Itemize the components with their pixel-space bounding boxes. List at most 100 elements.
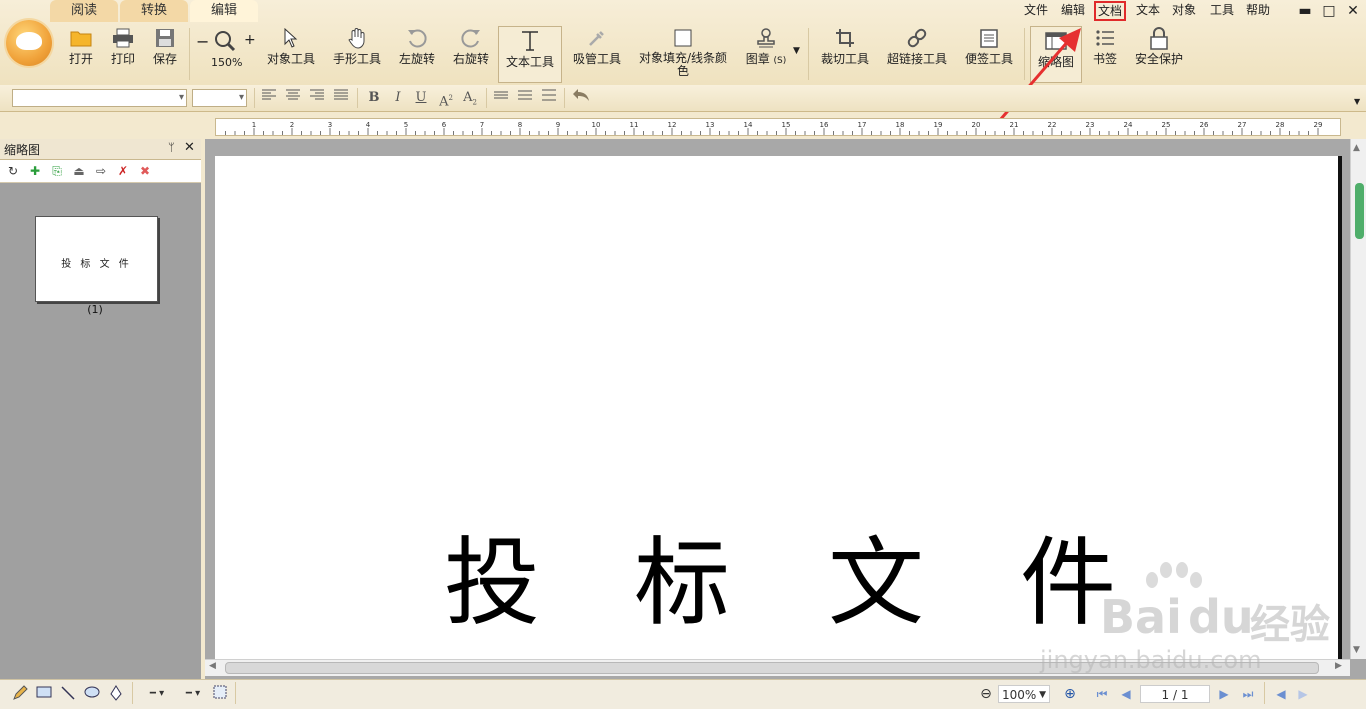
line-icon[interactable] bbox=[58, 685, 78, 703]
page-thumbnail[interactable]: 投 标 文 件 bbox=[35, 216, 158, 302]
document-title-text[interactable]: 投 标 文 件 bbox=[444, 528, 1164, 638]
text-tool-button[interactable]: 文本工具 bbox=[498, 26, 562, 83]
thumbnail-panel-header: 缩略图 ᛘ ✕ bbox=[0, 139, 201, 160]
maximize-button[interactable]: □ bbox=[1318, 2, 1340, 20]
page-number-field[interactable]: 1 / 1 bbox=[1140, 685, 1210, 703]
hand-tool-button[interactable]: 手形工具 bbox=[330, 24, 384, 84]
print-button[interactable]: 打印 bbox=[106, 24, 140, 84]
zoom-button[interactable] bbox=[214, 30, 236, 55]
scroll-left-icon[interactable]: ◀ bbox=[209, 661, 216, 671]
ruler-label: 20 bbox=[972, 121, 981, 129]
toolbar-overflow-icon[interactable]: ▼ bbox=[1354, 97, 1360, 106]
save-button[interactable]: 保存 bbox=[148, 24, 182, 84]
replace-page-icon[interactable]: ✗ bbox=[114, 162, 132, 180]
align-center-icon[interactable] bbox=[283, 88, 303, 108]
line-spacing-3-icon[interactable] bbox=[539, 88, 559, 108]
object-tool-button[interactable]: 对象工具 bbox=[264, 24, 318, 84]
bold-icon[interactable]: B bbox=[364, 88, 384, 108]
rotate-right-button[interactable]: 右旋转 bbox=[450, 24, 492, 84]
extract-page-icon[interactable]: ⏏ bbox=[70, 162, 88, 180]
zoom-in-button[interactable]: + bbox=[244, 32, 256, 48]
align-left-icon[interactable] bbox=[259, 88, 279, 108]
stamp-button[interactable]: 图章 (S) bbox=[742, 24, 790, 84]
bookmark-button[interactable]: 书签 bbox=[1088, 24, 1122, 84]
hand-icon bbox=[348, 28, 365, 49]
separator bbox=[254, 88, 255, 108]
italic-icon[interactable]: I bbox=[388, 88, 408, 108]
justify-icon[interactable] bbox=[331, 88, 351, 108]
printer-icon bbox=[113, 28, 133, 48]
zoom-out-icon[interactable]: ⊖ bbox=[978, 685, 994, 703]
select-area-icon[interactable] bbox=[210, 685, 230, 703]
vertical-scroll-thumb[interactable] bbox=[1355, 183, 1364, 239]
menu-document[interactable]: 文档 bbox=[1094, 1, 1127, 21]
close-icon[interactable]: ✕ bbox=[184, 140, 195, 155]
rectangle-icon[interactable] bbox=[34, 685, 54, 703]
menu-object[interactable]: 对象 bbox=[1172, 0, 1196, 20]
scroll-right-icon[interactable]: ▶ bbox=[1335, 661, 1342, 671]
thumbnail-page-label: (1) bbox=[87, 303, 103, 316]
line-spacing-2-icon[interactable] bbox=[515, 88, 535, 108]
scroll-up-icon[interactable]: ▲ bbox=[1353, 143, 1360, 153]
eyedropper-button[interactable]: 吸管工具 bbox=[570, 24, 624, 84]
rotate-page-icon[interactable]: ↻ bbox=[4, 162, 22, 180]
font-size-select[interactable] bbox=[192, 89, 247, 107]
subscript-icon[interactable]: A2 bbox=[460, 88, 480, 108]
next-page-icon[interactable]: ▶ bbox=[1216, 685, 1232, 703]
font-family-select[interactable] bbox=[12, 89, 187, 107]
underline-icon[interactable]: U bbox=[411, 88, 431, 108]
stamp-dropdown-icon[interactable]: ▼ bbox=[793, 46, 800, 56]
menu-edit[interactable]: 编辑 bbox=[1061, 0, 1085, 20]
tab-read[interactable]: 阅读 bbox=[50, 0, 118, 22]
prev-page-icon[interactable]: ◀ bbox=[1118, 685, 1134, 703]
insert-page-icon[interactable]: ⎘ bbox=[48, 162, 66, 180]
thumbnail-panel-toolbar: ↻ ✚ ⎘ ⏏ ⇨ ✗ ✖ bbox=[0, 160, 201, 183]
pin-icon[interactable]: ᛘ bbox=[168, 141, 175, 154]
ruler-label: 25 bbox=[1162, 121, 1171, 129]
scroll-down-icon[interactable]: ▼ bbox=[1353, 645, 1360, 655]
back-view-icon[interactable]: ◀ bbox=[1272, 685, 1290, 703]
separator bbox=[486, 88, 487, 108]
export-page-icon[interactable]: ⇨ bbox=[92, 162, 110, 180]
undo-icon[interactable] bbox=[571, 88, 591, 108]
tab-convert[interactable]: 转换 bbox=[120, 0, 188, 22]
pencil-icon[interactable] bbox=[10, 685, 30, 703]
last-page-icon[interactable]: ⏭ bbox=[1240, 685, 1256, 703]
menu-text[interactable]: 文本 bbox=[1136, 0, 1160, 20]
line-style-select[interactable]: ━ ▾ bbox=[140, 685, 174, 703]
hyperlink-tool-button[interactable]: 超链接工具 bbox=[884, 24, 950, 84]
close-window-button[interactable]: ✕ bbox=[1342, 2, 1364, 20]
app-logo[interactable] bbox=[6, 20, 52, 66]
text-cursor-icon bbox=[522, 31, 538, 51]
menu-file[interactable]: 文件 bbox=[1024, 0, 1048, 20]
crop-tool-button[interactable]: 裁切工具 bbox=[818, 24, 872, 84]
add-page-icon[interactable]: ✚ bbox=[26, 162, 44, 180]
menu-tools[interactable]: 工具 bbox=[1210, 0, 1234, 20]
forward-view-icon[interactable]: ▶ bbox=[1294, 685, 1312, 703]
fill-line-color-button[interactable]: 对象填充/线条颜色 bbox=[636, 24, 730, 84]
ruler-label: 7 bbox=[480, 121, 484, 129]
menu-help[interactable]: 帮助 bbox=[1246, 0, 1270, 20]
first-page-icon[interactable]: ⏮ bbox=[1094, 685, 1110, 703]
rotate-right-label: 右旋转 bbox=[452, 52, 489, 66]
zoom-out-button[interactable]: − bbox=[196, 32, 209, 51]
watermark-url: jingyan.baidu.com bbox=[1040, 646, 1262, 674]
line-spacing-1-icon[interactable] bbox=[491, 88, 511, 108]
rotate-left-button[interactable]: 左旋转 bbox=[396, 24, 438, 84]
pen-icon[interactable] bbox=[106, 685, 126, 703]
ruler-label: 29 bbox=[1314, 121, 1323, 129]
security-button[interactable]: 安全保护 bbox=[1132, 24, 1186, 84]
minimize-button[interactable]: ▬ bbox=[1294, 2, 1316, 20]
ruler-label: 26 bbox=[1200, 121, 1209, 129]
zoom-select[interactable]: 100% ▼ bbox=[998, 685, 1050, 703]
align-right-icon[interactable] bbox=[307, 88, 327, 108]
line-width-select[interactable]: ━ ▾ bbox=[176, 685, 210, 703]
eyedropper-icon bbox=[589, 31, 604, 46]
tab-edit[interactable]: 编辑 bbox=[190, 0, 258, 22]
superscript-icon[interactable]: A2 bbox=[436, 88, 456, 109]
delete-page-icon[interactable]: ✖ bbox=[136, 162, 154, 180]
open-button[interactable]: 打开 bbox=[64, 24, 98, 84]
hand-tool-label: 手形工具 bbox=[332, 52, 381, 66]
zoom-in-icon[interactable]: ⊕ bbox=[1062, 685, 1078, 703]
ellipse-icon[interactable] bbox=[82, 685, 102, 703]
